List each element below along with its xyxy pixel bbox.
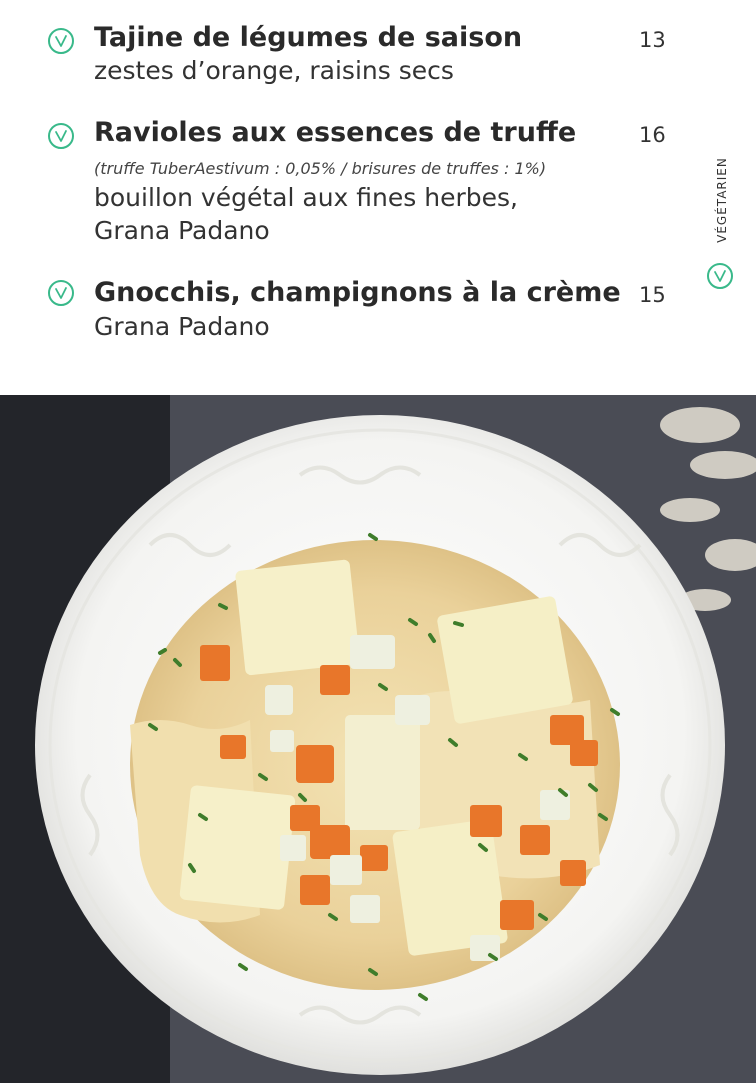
- dish-price: 13: [639, 28, 666, 52]
- dish-title: Ravioles aux essences de truffe: [94, 117, 577, 148]
- vegetarian-icon: [48, 280, 74, 306]
- vegetarian-legend: VÉGÉTARIEN: [709, 150, 735, 250]
- dish-description: Grana Padano: [94, 312, 270, 341]
- dish-description: Grana Padano: [94, 216, 270, 245]
- vegetarian-icon: [48, 28, 74, 54]
- dish-price: 15: [639, 283, 666, 307]
- dish-title: Gnocchis, champignons à la crème: [94, 277, 621, 308]
- dish-price: 16: [639, 123, 666, 147]
- dish-description: bouillon végétal aux fines herbes,: [94, 183, 518, 212]
- vegetarian-icon: [48, 123, 74, 149]
- menu-section: Tajine de légumes de saison 13 zestes d’…: [0, 0, 756, 395]
- dish-description: zestes d’orange, raisins secs: [94, 56, 454, 85]
- legend-label: VÉGÉTARIEN: [715, 157, 729, 243]
- dish-title: Tajine de légumes de saison: [94, 22, 523, 53]
- vegetarian-icon: [707, 263, 733, 289]
- ravioli-soup-photo: [0, 395, 756, 1083]
- dish-note: (truffe TuberAestivum : 0,05% / brisures…: [94, 159, 547, 178]
